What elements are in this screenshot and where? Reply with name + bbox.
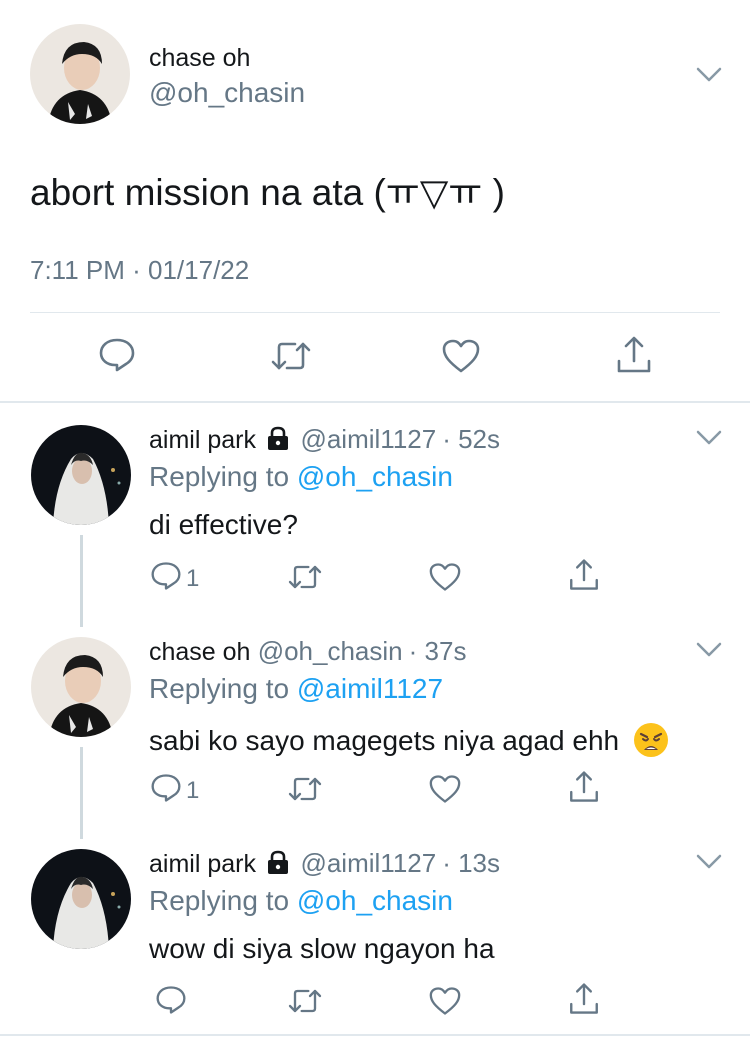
reply-1-author[interactable]: aimil park @aimil1127 · 52s — [149, 424, 500, 455]
share-icon[interactable] — [567, 558, 601, 592]
reply-2-replying-to: Replying to @aimil1127 — [149, 673, 443, 705]
reply-count: 1 — [186, 777, 200, 804]
tweet-text: abort mission na ata (ㅠ▽ㅠ ) — [30, 172, 505, 213]
replying-to-mention[interactable]: @oh_chasin — [297, 461, 453, 492]
replying-to-label: Replying to — [149, 673, 290, 704]
replying-to-label: Replying to — [149, 461, 290, 492]
share-icon[interactable] — [567, 770, 601, 804]
chevron-down-icon[interactable] — [696, 642, 722, 658]
reply-1-display-name[interactable]: aimil park — [149, 426, 256, 454]
chevron-down-icon[interactable] — [696, 854, 722, 870]
retweet-icon[interactable] — [270, 338, 312, 374]
reply-2-text: sabi ko sayo magegets niya agad ehh — [149, 725, 620, 756]
retweet-icon[interactable] — [287, 774, 323, 804]
share-icon[interactable] — [614, 335, 654, 375]
reply-2-time[interactable]: · 37s — [409, 636, 467, 666]
reply-2-author[interactable]: chase oh @oh_chasin · 37s — [149, 636, 466, 667]
lock-icon — [267, 426, 289, 450]
reply-3-time[interactable]: · 13s — [442, 848, 500, 878]
replying-to-mention[interactable]: @oh_chasin — [297, 885, 453, 916]
like-icon[interactable] — [428, 562, 462, 592]
replying-to-mention[interactable]: @aimil1127 — [297, 673, 443, 704]
reply-3-text: wow di siya slow ngayon ha — [149, 933, 495, 964]
share-icon[interactable] — [567, 982, 601, 1016]
weary-face-emoji — [633, 722, 669, 758]
avatar-chase-oh[interactable] — [30, 24, 130, 124]
reply-1-time[interactable]: · 52s — [442, 424, 500, 454]
reply-count: 1 — [186, 565, 200, 592]
reply-1-text: di effective? — [149, 509, 298, 540]
divider — [30, 312, 720, 313]
reply-3-author[interactable]: aimil park @aimil1127 · 13s — [149, 848, 500, 879]
avatar-chase-oh[interactable] — [31, 637, 131, 737]
chevron-down-icon[interactable] — [696, 67, 722, 83]
retweet-icon[interactable] — [287, 562, 323, 592]
reply-icon[interactable] — [98, 337, 136, 373]
thread-line — [80, 535, 83, 627]
reply-icon[interactable] — [150, 561, 182, 591]
avatar-aimil-park[interactable] — [31, 849, 131, 949]
divider — [0, 1034, 750, 1036]
reply-1-handle[interactable]: @aimil1127 — [300, 424, 436, 454]
reply-icon[interactable] — [150, 773, 182, 803]
reply-1-replying-to: Replying to @oh_chasin — [149, 461, 453, 493]
reply-icon[interactable] — [155, 985, 187, 1015]
retweet-icon[interactable] — [287, 986, 323, 1016]
author-name[interactable]: chase oh — [149, 44, 250, 73]
like-icon[interactable] — [428, 986, 462, 1016]
lock-icon — [267, 850, 289, 874]
reply-2-text-row: sabi ko sayo magegets niya agad ehh — [149, 722, 669, 758]
like-icon[interactable] — [441, 338, 481, 374]
author-handle[interactable]: @oh_chasin — [149, 77, 305, 109]
tweet-timestamp[interactable]: 7:11 PM · 01/17/22 — [30, 255, 249, 286]
avatar-aimil-park[interactable] — [31, 425, 131, 525]
chevron-down-icon[interactable] — [696, 430, 722, 446]
thread-line — [80, 747, 83, 839]
reply-2-handle[interactable]: @oh_chasin — [258, 636, 403, 666]
reply-3-display-name[interactable]: aimil park — [149, 850, 256, 878]
replying-to-label: Replying to — [149, 885, 290, 916]
reply-2-display-name[interactable]: chase oh — [149, 638, 250, 666]
reply-3-replying-to: Replying to @oh_chasin — [149, 885, 453, 917]
like-icon[interactable] — [428, 774, 462, 804]
divider — [0, 401, 750, 403]
reply-3-handle[interactable]: @aimil1127 — [300, 848, 436, 878]
